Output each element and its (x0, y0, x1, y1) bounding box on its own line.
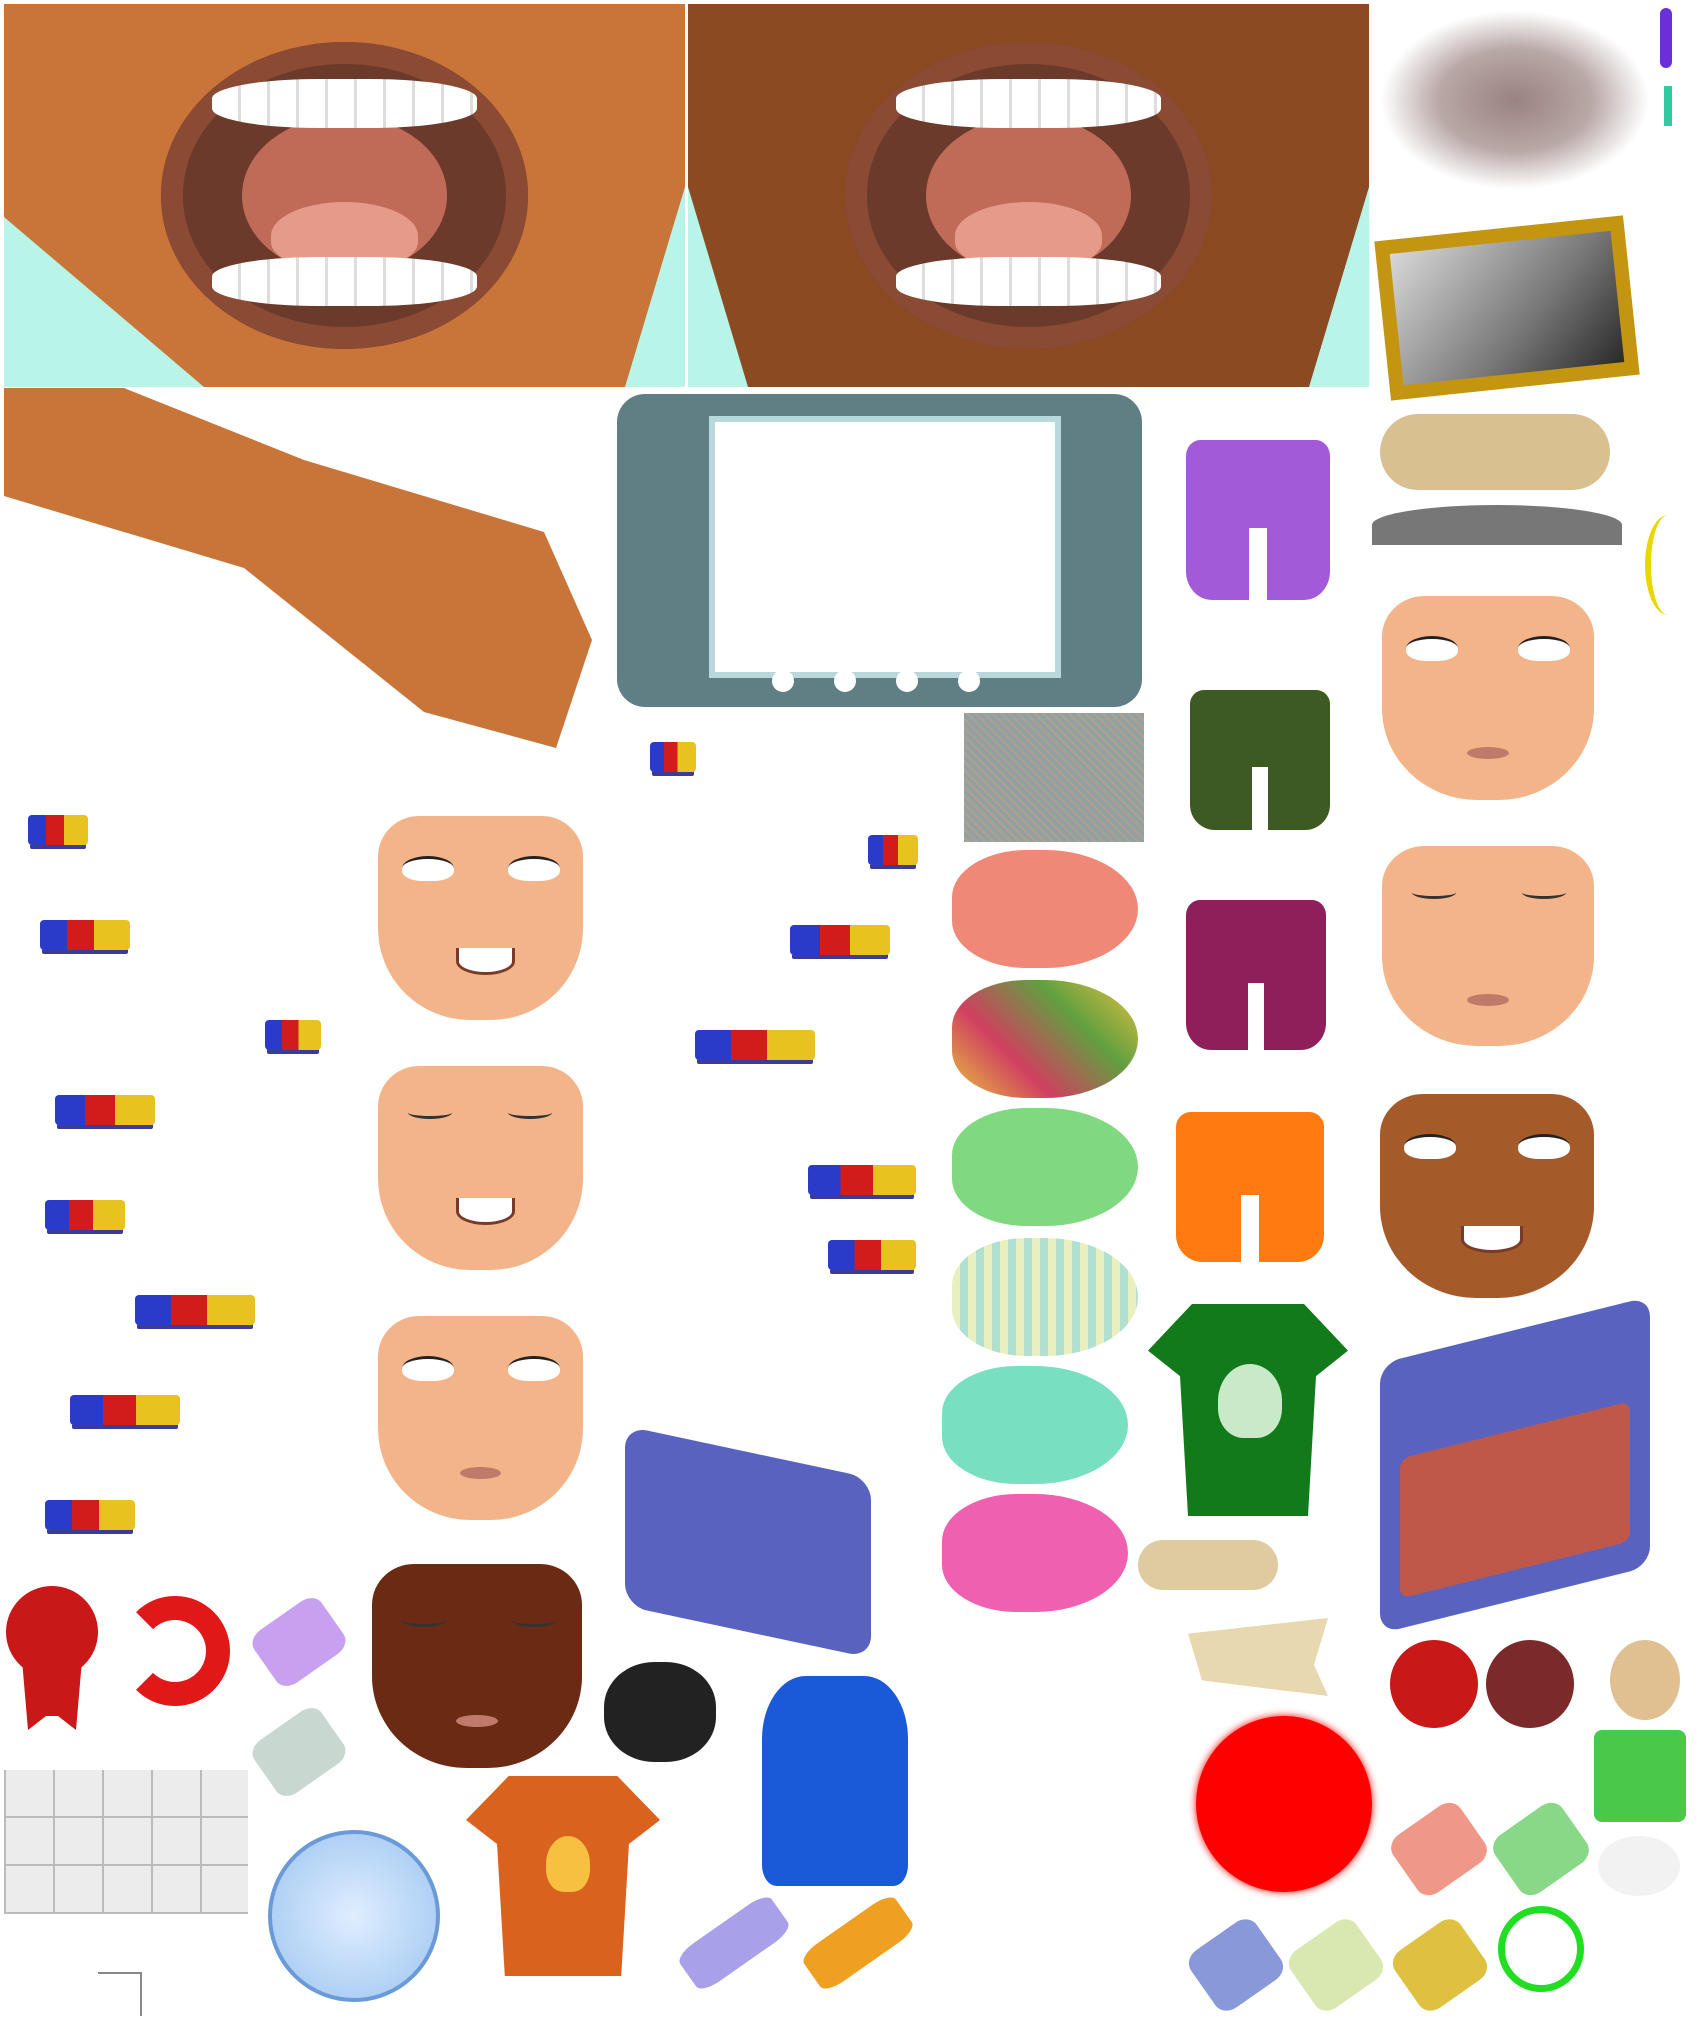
toy-train (45, 1200, 125, 1230)
bandage-strip-leopard (798, 1892, 918, 1994)
skull-icon (1218, 1364, 1282, 1438)
tablet-button (834, 670, 856, 692)
toy-train (40, 920, 130, 950)
open-mouth-light-skin (4, 4, 685, 387)
bone (1380, 414, 1610, 490)
grid-tile (4, 1770, 248, 1914)
red-circle (1196, 1716, 1372, 1892)
tablet-button (772, 670, 794, 692)
bandage-blue-small (1183, 1913, 1289, 2017)
confetti-green (1664, 86, 1672, 126)
toy-train (695, 1030, 815, 1060)
undo-arrow-icon (120, 1596, 230, 1706)
bandage-lilac (247, 1592, 351, 1692)
tablet-screen (709, 416, 1061, 678)
toy-train (55, 1095, 155, 1125)
noise-texture (964, 713, 1144, 842)
mint-corner-left (688, 187, 748, 387)
wood-splinter (1188, 1618, 1328, 1696)
toy-train (45, 1500, 135, 1530)
mint-corner-right (625, 187, 685, 387)
bandage-roll-triangles (952, 980, 1138, 1098)
shorts-orange (1176, 1112, 1324, 1262)
toy-train (28, 815, 88, 845)
bandage-pattern-small-2 (1283, 1913, 1389, 2017)
bone-small (1138, 1540, 1278, 1590)
corner-mark (98, 1972, 142, 2016)
mouth (844, 42, 1213, 349)
gray-brow (1372, 505, 1622, 545)
suitcase-closed (625, 1425, 871, 1659)
award-ribbon-maroon (1486, 1640, 1574, 1728)
toy-train (265, 1020, 321, 1050)
tablet-button (896, 670, 918, 692)
bandage-salmon-small (1385, 1796, 1493, 1902)
framed-photo (1374, 215, 1640, 401)
toy-train (868, 835, 918, 865)
bone-knob (1610, 1640, 1680, 1720)
face-neutral (378, 1316, 583, 1520)
green-ring (1498, 1906, 1584, 1992)
shorts-purple (1186, 440, 1330, 600)
bandage-roll-leopard (942, 1494, 1128, 1612)
mouth (160, 42, 529, 349)
water-bubble (268, 1830, 440, 2002)
award-ribbon-tails (22, 1660, 82, 1730)
shorts-magenta (1186, 900, 1326, 1050)
toy-train (650, 742, 696, 772)
shirt-skull (1148, 1304, 1348, 1516)
face-smile-closed (378, 1066, 583, 1270)
dress-blue (762, 1676, 908, 1886)
bandage-green-small (1487, 1796, 1595, 1902)
dust-cloud (1380, 10, 1650, 190)
tablet-device (617, 394, 1142, 707)
coal-rock (604, 1662, 716, 1762)
mint-corner-right (1309, 187, 1369, 387)
shirt-fire (466, 1776, 660, 1976)
arm-hand (4, 388, 592, 748)
face-eyes-closed (1382, 846, 1594, 1046)
face-dark-closed (372, 1564, 582, 1768)
bandage-triangles-small (1387, 1913, 1493, 2017)
toy-train (828, 1240, 916, 1270)
bandage-roll-pattern (952, 1238, 1138, 1356)
face-eyes-open (1382, 596, 1594, 800)
toy-train (790, 925, 890, 955)
confetti-purple (1660, 8, 1672, 68)
bandage-roll-green (952, 1108, 1138, 1226)
suitcase-lining (1400, 1401, 1630, 1599)
suitcase-open (1380, 1296, 1650, 1634)
toy-train (135, 1295, 255, 1325)
bandage-roll-salmon (952, 850, 1138, 968)
award-ribbon-red (1390, 1640, 1478, 1728)
bandage-roll-hearts (942, 1366, 1128, 1484)
yellow-streamer (1645, 515, 1691, 615)
bandage-badge-icon (1594, 1730, 1686, 1822)
face-smile-open (378, 816, 583, 1020)
white-cloud-outline (1598, 1836, 1680, 1896)
toy-train (70, 1395, 180, 1425)
open-mouth-dark-skin (688, 4, 1369, 387)
bandage-strip-purple-hearts (674, 1892, 794, 1994)
photo (1389, 230, 1625, 386)
tablet-button (958, 670, 980, 692)
fire-icon (546, 1836, 590, 1892)
bandage-pattern-small (247, 1702, 351, 1802)
face-dark-smile (1380, 1094, 1594, 1298)
shorts-green (1190, 690, 1330, 830)
toy-train (808, 1165, 916, 1195)
